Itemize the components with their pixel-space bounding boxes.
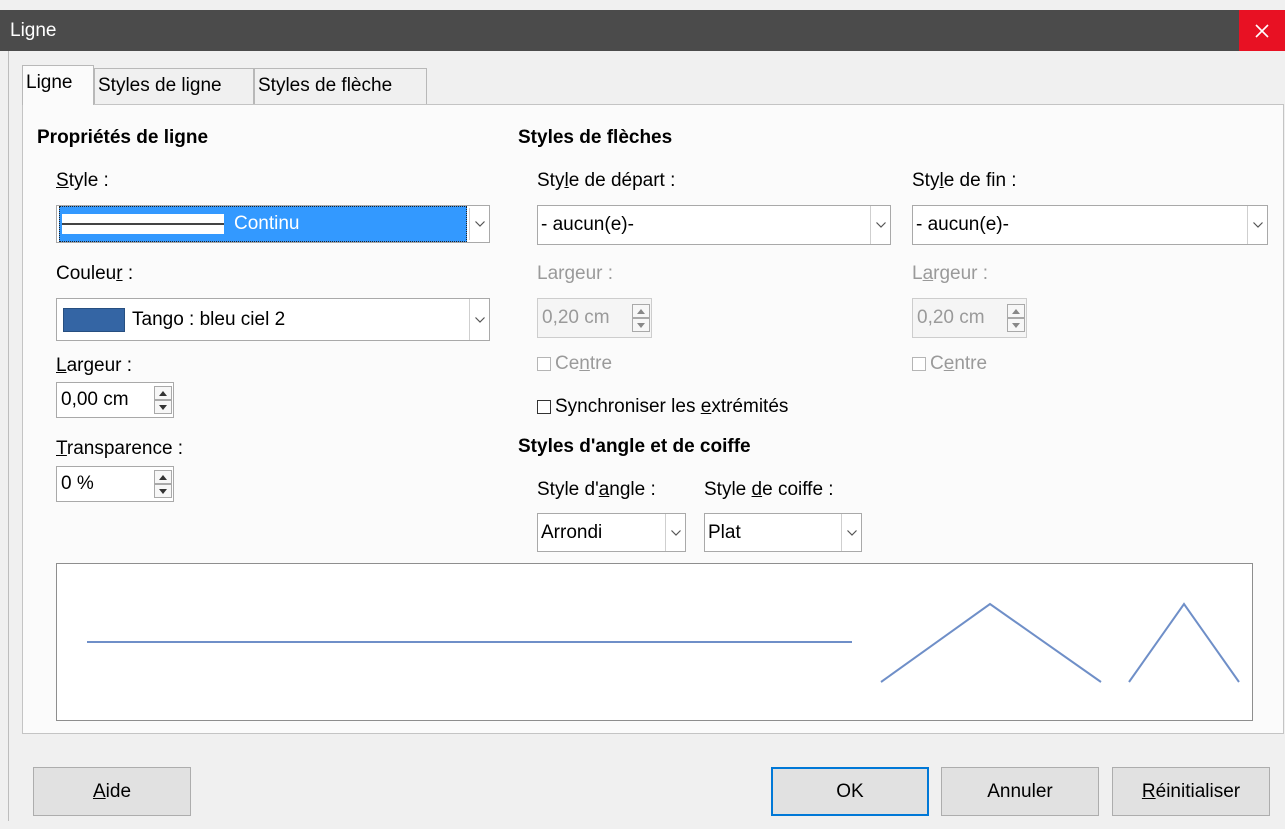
style-label: Style : bbox=[56, 170, 109, 191]
chevron-down-icon[interactable] bbox=[469, 299, 489, 340]
checkbox-icon bbox=[537, 399, 551, 414]
end-style-label: Style de fin : bbox=[912, 170, 1017, 191]
start-style-select[interactable]: - aucun(e)- bbox=[537, 205, 891, 245]
line-properties-heading: Propriétés de ligne bbox=[37, 127, 209, 148]
tab-styles-de-ligne[interactable]: Styles de ligne bbox=[94, 68, 254, 104]
checkbox-icon bbox=[912, 356, 926, 371]
end-width-label: Largeur : bbox=[912, 263, 989, 284]
transparency-value: 0 % bbox=[61, 473, 94, 494]
width-spinbox[interactable]: 0,00 cm bbox=[56, 382, 174, 418]
end-style-value: - aucun(e)- bbox=[916, 214, 1009, 235]
transparency-label: Transparence : bbox=[56, 438, 184, 459]
corner-style-label: Style d'angle : bbox=[537, 479, 656, 500]
spin-up-icon[interactable] bbox=[154, 470, 172, 484]
width-value: 0,00 cm bbox=[61, 389, 129, 410]
line-style-select[interactable]: Continu bbox=[56, 205, 490, 243]
spin-down-icon[interactable] bbox=[1007, 318, 1025, 332]
help-button[interactable]: Aide bbox=[33, 767, 191, 816]
corner-style-select[interactable]: Arrondi bbox=[537, 513, 686, 552]
preview-narrow-angle bbox=[1128, 602, 1240, 683]
width-label: Largeur : bbox=[56, 355, 133, 376]
end-center-checkbox[interactable]: Centre bbox=[912, 353, 987, 375]
tab-ligne[interactable]: Ligne bbox=[22, 65, 94, 105]
color-select[interactable]: Tango : bleu ciel 2 bbox=[56, 298, 490, 341]
cap-style-value: Plat bbox=[708, 521, 741, 543]
tab-label: Styles de flèche bbox=[258, 75, 393, 96]
transparency-spin-buttons[interactable] bbox=[154, 469, 172, 499]
close-button[interactable] bbox=[1239, 10, 1285, 51]
title-bar: Ligne bbox=[0, 10, 1285, 51]
width-spin-buttons[interactable] bbox=[154, 385, 172, 415]
chevron-down-icon[interactable] bbox=[870, 206, 890, 244]
chevron-down-icon[interactable] bbox=[841, 514, 861, 551]
color-label: Couleur : bbox=[56, 263, 134, 284]
spin-up-icon[interactable] bbox=[1007, 304, 1025, 318]
color-swatch bbox=[63, 307, 125, 332]
spin-down-icon[interactable] bbox=[154, 400, 172, 414]
tab-styles-de-fleche[interactable]: Styles de flèche bbox=[254, 68, 427, 104]
checkbox-icon bbox=[537, 356, 551, 371]
start-width-spinbox[interactable]: 0,20 cm bbox=[537, 298, 652, 338]
sync-ends-checkbox[interactable]: Synchroniser les extrémités bbox=[537, 396, 788, 418]
tab-label: Ligne bbox=[26, 72, 73, 93]
window-title: Ligne bbox=[10, 20, 57, 41]
preview-drawing bbox=[87, 602, 1240, 683]
spin-up-icon[interactable] bbox=[632, 304, 650, 318]
arrow-styles-heading: Styles de flèches bbox=[518, 127, 673, 148]
color-value: Tango : bleu ciel 2 bbox=[132, 308, 286, 330]
spin-down-icon[interactable] bbox=[154, 484, 172, 498]
close-icon bbox=[1255, 23, 1269, 38]
reset-button[interactable]: Réinitialiser bbox=[1112, 767, 1270, 816]
start-width-value: 0,20 cm bbox=[542, 307, 610, 328]
cancel-button[interactable]: Annuler bbox=[941, 767, 1099, 816]
window-frame-edge bbox=[8, 51, 9, 821]
start-width-label: Largeur : bbox=[537, 263, 614, 284]
start-style-value: - aucun(e)- bbox=[541, 214, 634, 235]
cap-style-label: Style de coiffe : bbox=[704, 479, 834, 500]
spin-up-icon[interactable] bbox=[154, 386, 172, 400]
start-style-label: Style de départ : bbox=[537, 170, 676, 191]
preview-wide-angle bbox=[880, 602, 1102, 683]
transparency-spinbox[interactable]: 0 % bbox=[56, 466, 174, 502]
end-width-spinbox[interactable]: 0,20 cm bbox=[912, 298, 1027, 338]
line-preview bbox=[56, 563, 1253, 721]
spin-down-icon[interactable] bbox=[632, 318, 650, 332]
chevron-down-icon[interactable] bbox=[469, 208, 489, 240]
line-style-value: Continu bbox=[234, 213, 300, 234]
chevron-down-icon[interactable] bbox=[1247, 206, 1267, 244]
corner-style-value: Arrondi bbox=[541, 521, 603, 543]
line-style-selected-item: Continu bbox=[59, 206, 467, 242]
tab-label: Styles de ligne bbox=[98, 75, 222, 96]
start-center-checkbox[interactable]: Centre bbox=[537, 353, 612, 375]
start-width-spin-buttons[interactable] bbox=[632, 303, 650, 333]
corner-cap-heading: Styles d'angle et de coiffe bbox=[518, 436, 751, 457]
end-width-value: 0,20 cm bbox=[917, 307, 985, 328]
ok-button[interactable]: OK bbox=[771, 767, 929, 816]
end-width-spin-buttons[interactable] bbox=[1007, 303, 1025, 333]
end-style-select[interactable]: - aucun(e)- bbox=[912, 205, 1268, 245]
line-style-sample bbox=[62, 214, 224, 234]
chevron-down-icon[interactable] bbox=[665, 514, 685, 551]
cap-style-select[interactable]: Plat bbox=[704, 513, 862, 552]
